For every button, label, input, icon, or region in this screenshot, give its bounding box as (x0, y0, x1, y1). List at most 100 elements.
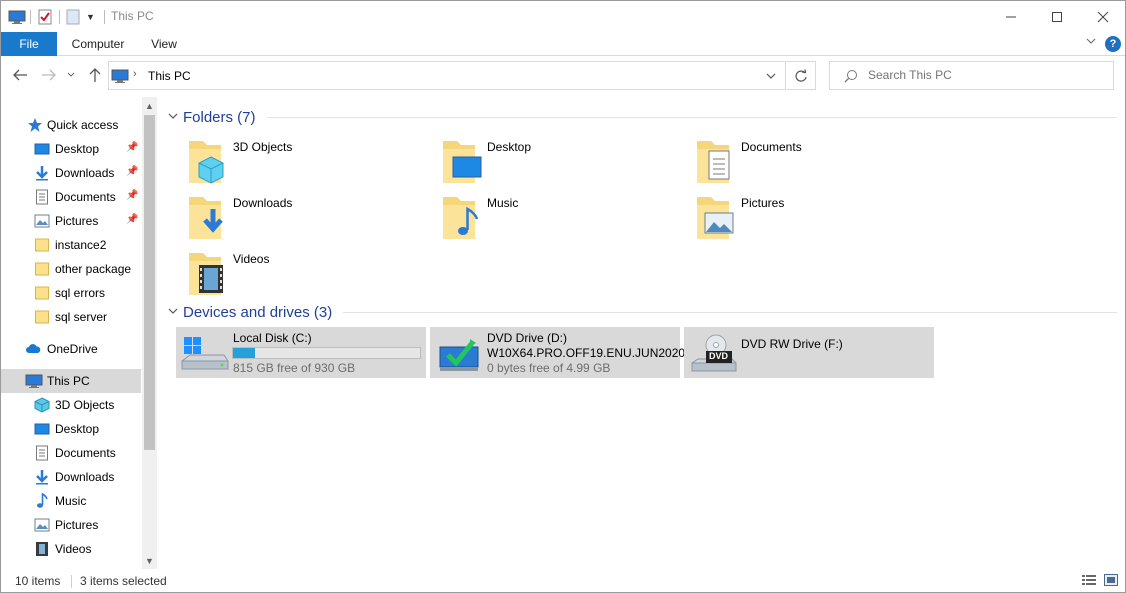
nav-item-quick-access[interactable]: Quick access (1, 113, 141, 137)
tab-view[interactable]: View (141, 32, 187, 56)
properties-icon[interactable] (37, 9, 53, 25)
nav-item-pictures-pinned[interactable]: Pictures 📌 (1, 209, 141, 233)
toolbar-separator (104, 10, 105, 24)
close-icon (1097, 11, 1109, 22)
drive-f[interactable]: DVD DVD RW Drive (F:) (684, 327, 934, 378)
nav-item-desktop-pinned[interactable]: Desktop 📌 (1, 137, 141, 161)
details-view-button[interactable] (1081, 573, 1097, 590)
back-button[interactable] (10, 65, 30, 85)
folder-videos[interactable]: Videos (187, 247, 427, 299)
tab-computer[interactable]: Computer (64, 32, 132, 56)
nav-item-downloads[interactable]: Downloads (1, 465, 141, 489)
minimize-button[interactable] (988, 1, 1034, 32)
new-folder-icon[interactable] (66, 9, 80, 25)
nav-item-instance2[interactable]: instance2 (1, 233, 141, 257)
search-box[interactable] (829, 61, 1114, 90)
selection-count: 3 items selected (80, 574, 167, 588)
folder-3d-objects[interactable]: 3D Objects (187, 135, 427, 187)
video-icon (189, 253, 223, 295)
nav-item-videos[interactable]: Videos (1, 537, 141, 561)
nav-item-documents[interactable]: Documents (1, 441, 141, 465)
refresh-button[interactable] (787, 61, 816, 90)
nav-item-sql-errors[interactable]: sql errors (1, 281, 141, 305)
folder-pictures[interactable]: Pictures (695, 191, 935, 243)
back-arrow-icon (13, 69, 27, 81)
nav-item-documents-pinned[interactable]: Documents 📌 (1, 185, 141, 209)
recent-locations-button[interactable] (64, 65, 78, 85)
status-separator (71, 575, 72, 588)
chevron-down-icon (67, 72, 75, 77)
up-button[interactable] (85, 65, 105, 85)
pin-icon: 📌 (126, 190, 139, 201)
nav-item-pictures[interactable]: Pictures (1, 513, 141, 537)
video-icon (36, 542, 48, 556)
details-view-icon (1082, 575, 1096, 585)
computer-icon (25, 374, 43, 388)
cube-icon (189, 141, 224, 184)
folder-music[interactable]: Music (441, 191, 681, 243)
dvd-drive-icon (439, 339, 479, 371)
drives-group-header[interactable]: Devices and drives (3) (167, 302, 1117, 322)
pin-icon: 📌 (126, 166, 139, 177)
pin-icon: 📌 (126, 142, 139, 153)
folder-documents[interactable]: Documents (695, 135, 935, 187)
nav-scrollbar[interactable]: ▲ ▼ (142, 97, 157, 569)
nav-item-3d-objects[interactable]: 3D Objects (1, 393, 141, 417)
pin-icon: 📌 (126, 214, 139, 225)
computer-icon[interactable] (8, 9, 26, 25)
address-bar[interactable]: › This PC (108, 61, 786, 90)
expand-ribbon-icon[interactable] (1085, 35, 1097, 50)
folder-downloads[interactable]: Downloads (187, 191, 427, 243)
address-dropdown-icon[interactable] (765, 70, 777, 85)
navigation-pane: Quick access Desktop 📌 Downloads 📌 Docum… (1, 97, 157, 569)
nav-item-onedrive[interactable]: OneDrive (1, 337, 141, 361)
drive-d[interactable]: DVD Drive (D:) W10X64.PRO.OFF19.ENU.JUN2… (430, 327, 685, 378)
forward-button[interactable] (39, 65, 59, 85)
explorer-window: ▼ This PC File Computer View ? › This PC… (0, 0, 1126, 593)
folder-desktop[interactable]: Desktop (441, 135, 681, 187)
customize-dropdown-icon[interactable]: ▼ (86, 12, 98, 22)
collapse-group-icon[interactable] (167, 111, 183, 124)
tab-file[interactable]: File (1, 32, 57, 56)
scrollbar-thumb[interactable] (144, 115, 155, 450)
picture-icon (697, 197, 734, 239)
folders-group-header[interactable]: Folders (7) (167, 107, 1117, 127)
star-icon (28, 118, 42, 132)
scroll-down-icon[interactable]: ▼ (142, 553, 157, 569)
nav-item-desktop[interactable]: Desktop (1, 417, 141, 441)
group-divider (343, 312, 1117, 313)
close-button[interactable] (1080, 1, 1125, 32)
up-arrow-icon (89, 68, 101, 82)
nav-item-sql-server[interactable]: sql server (1, 305, 141, 329)
refresh-icon (795, 68, 807, 82)
help-icon[interactable]: ? (1105, 36, 1121, 52)
nav-item-music[interactable]: Music (1, 489, 141, 513)
search-input[interactable] (868, 68, 1098, 82)
desktop-icon (34, 143, 50, 155)
music-icon (443, 197, 479, 239)
download-icon (36, 470, 48, 485)
nav-item-downloads-pinned[interactable]: Downloads 📌 (1, 161, 141, 185)
breadcrumb[interactable]: This PC (148, 69, 191, 83)
status-bar: 10 items 3 items selected (1, 569, 1125, 592)
maximize-button[interactable] (1034, 1, 1080, 32)
folder-icon (35, 238, 49, 252)
nav-item-other-package[interactable]: other package (1, 257, 141, 281)
maximize-icon (1052, 11, 1062, 22)
drive-c[interactable]: Local Disk (C:) 815 GB free of 930 GB (176, 327, 426, 378)
large-icons-view-button[interactable] (1103, 573, 1119, 590)
group-divider (267, 117, 1117, 118)
usage-bar-fill (233, 348, 256, 358)
collapse-group-icon[interactable] (167, 306, 183, 319)
quick-access-toolbar: ▼ (8, 7, 111, 27)
usage-bar (232, 347, 421, 359)
picture-icon (34, 214, 50, 228)
scroll-up-icon[interactable]: ▲ (142, 98, 157, 114)
desktop-icon (443, 141, 482, 183)
breadcrumb-separator-icon[interactable]: › (133, 68, 137, 80)
download-icon (36, 166, 48, 181)
document-icon (36, 189, 48, 205)
forward-arrow-icon (42, 69, 56, 81)
folder-icon (35, 262, 49, 276)
nav-item-this-pc[interactable]: This PC (1, 369, 141, 393)
